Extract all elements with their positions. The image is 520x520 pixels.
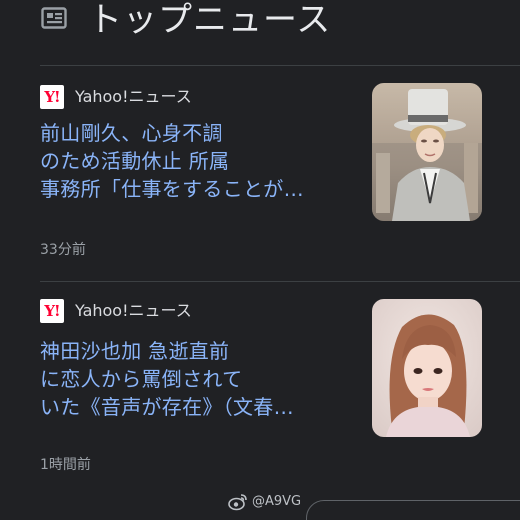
top-news-header: トップニュース <box>0 0 520 64</box>
headline-line: に恋人から罵倒されて <box>40 367 243 391</box>
headline-line: のため活動休止 所属 <box>40 149 230 173</box>
news-card[interactable]: Y! Yahoo!ニュース 神田沙也加 急逝直前 に恋人から罵倒されて いた《音… <box>0 282 520 492</box>
headline-link[interactable]: 前山剛久、心身不調 のため活動休止 所属 事務所「仕事をすることが… <box>40 119 360 203</box>
article-thumbnail[interactable] <box>372 299 482 437</box>
news-page: トップニュース Y! Yahoo!ニュース 前山剛久、心身不調 のため活動休止 … <box>0 0 520 520</box>
bottom-pill-control[interactable] <box>306 500 520 520</box>
news-card[interactable]: Y! Yahoo!ニュース 前山剛久、心身不調 のため活動休止 所属 事務所「仕… <box>0 66 520 280</box>
timestamp: 1時間前 <box>40 457 91 473</box>
weibo-icon <box>228 494 247 511</box>
yahoo-logo-icon: Y! <box>40 85 64 109</box>
news-source: Yahoo!ニュース <box>75 301 192 320</box>
headline-line: 神田沙也加 急逝直前 <box>40 339 230 363</box>
page-title: トップニュース <box>88 0 332 40</box>
headline-link[interactable]: 神田沙也加 急逝直前 に恋人から罵倒されて いた《音声が存在》（文春… <box>40 337 360 421</box>
news-source: Yahoo!ニュース <box>75 87 192 106</box>
headline-line: 前山剛久、心身不調 <box>40 121 223 145</box>
watermark-text: @A9VG <box>252 494 302 509</box>
headline-line: いた《音声が存在》（文春… <box>40 395 294 419</box>
article-thumbnail[interactable] <box>372 83 482 221</box>
yahoo-logo-icon: Y! <box>40 299 64 323</box>
timestamp: 33分前 <box>40 242 86 258</box>
headline-line: 事務所「仕事をすることが… <box>40 177 304 201</box>
newspaper-icon <box>41 7 67 29</box>
